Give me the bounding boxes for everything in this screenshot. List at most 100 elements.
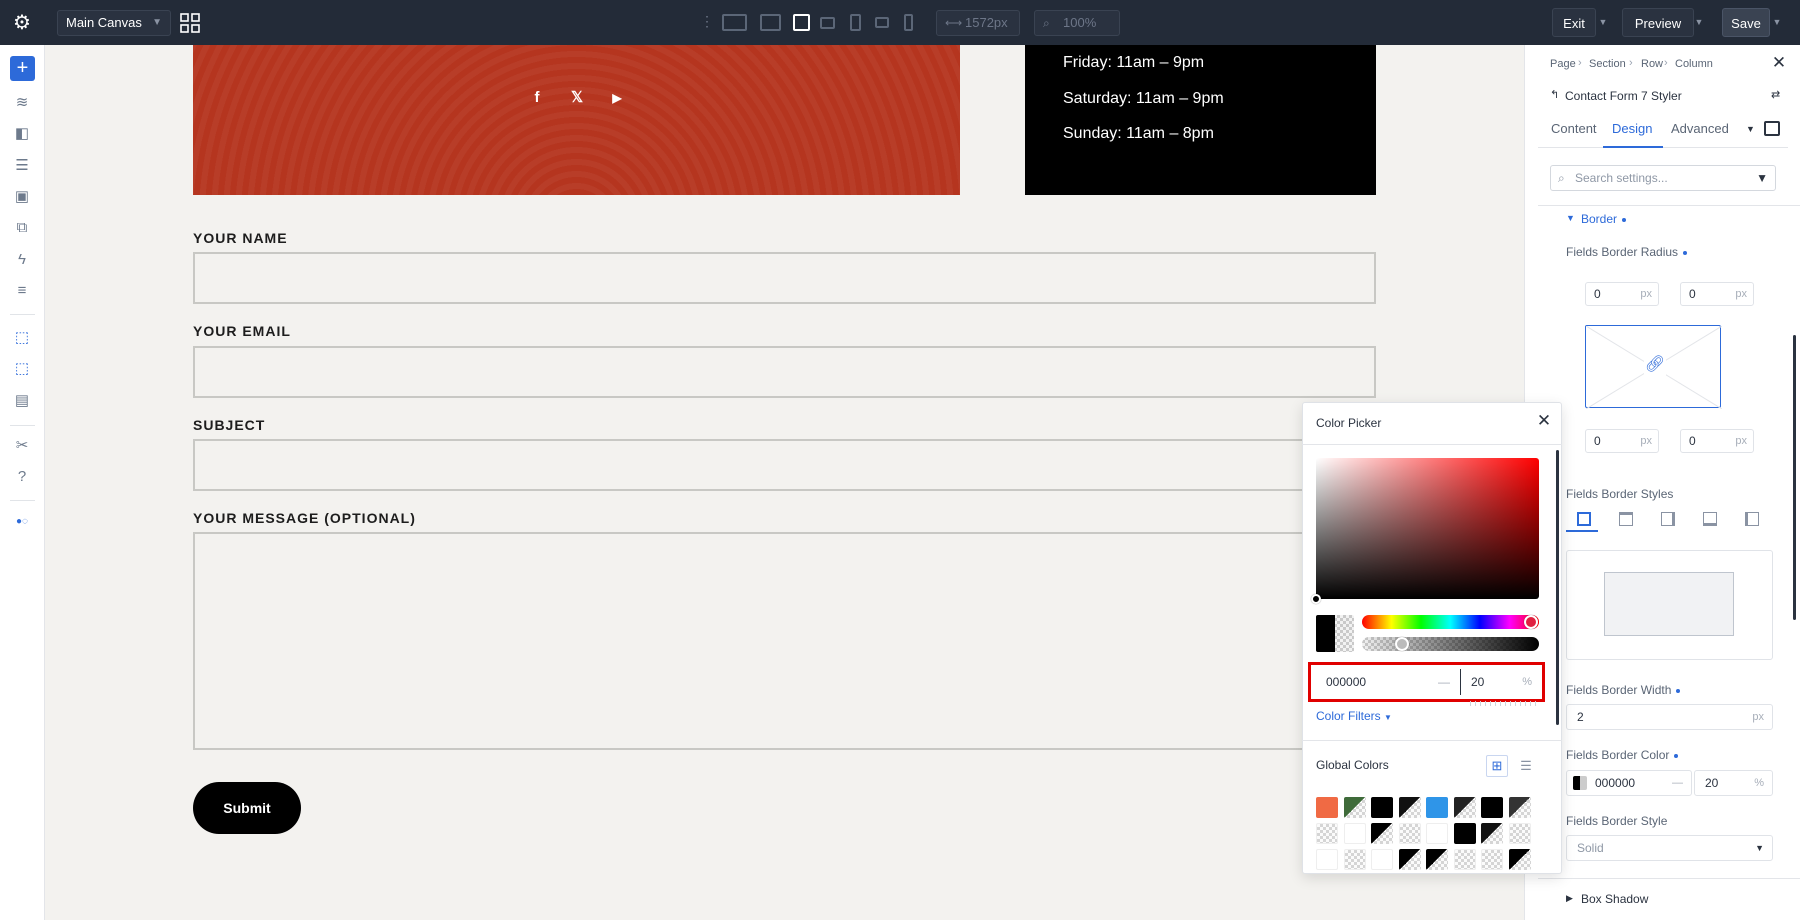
exit-dropdown-icon[interactable]: ▼ (1594, 8, 1612, 37)
canvas-width-readout[interactable]: ⟷ 1572px (936, 10, 1020, 36)
grid-view-icon[interactable]: ⊞ (1486, 755, 1508, 777)
radius-bottom-left-input[interactable]: 0 px (1585, 429, 1659, 453)
subject-field[interactable] (193, 439, 1376, 491)
opacity-slider-handle[interactable] (1394, 637, 1409, 651)
hex-input[interactable]: 000000 — (1316, 669, 1458, 695)
save-dropdown-icon[interactable]: ▼ (1768, 8, 1786, 37)
template-preview-icon[interactable]: ▤ (11, 390, 33, 412)
breadcrumb-page[interactable]: Page (1550, 58, 1576, 70)
save-button[interactable]: Save (1722, 8, 1770, 37)
back-arrow-icon[interactable]: ↰ (1550, 88, 1559, 101)
global-color-swatch[interactable] (1343, 823, 1366, 844)
radius-top-left-input[interactable]: 0 px (1585, 282, 1659, 306)
breadcrumb-section[interactable]: Section (1589, 58, 1626, 70)
box-shadow-section-toggle[interactable]: Box Shadow (1581, 892, 1648, 906)
color-filters-toggle[interactable]: Color Filters ▼ (1316, 709, 1392, 723)
border-color-alpha-input[interactable]: 20% (1694, 770, 1773, 796)
submit-button[interactable]: Submit (193, 782, 301, 834)
global-color-swatch[interactable] (1508, 849, 1531, 870)
global-color-swatch[interactable] (1481, 849, 1503, 870)
device-laptop-icon[interactable] (793, 14, 810, 31)
device-desktop-icon[interactable] (760, 14, 781, 31)
zoom-readout[interactable]: ⌕ 100% (1034, 10, 1120, 36)
layout-grid-icon[interactable] (180, 13, 200, 33)
tab-more-icon[interactable]: ▼ (1746, 124, 1755, 134)
hue-slider[interactable] (1362, 615, 1539, 629)
filter-icon[interactable]: ▼ (1756, 166, 1768, 190)
more-vertical-icon[interactable]: ⋮ (700, 13, 714, 30)
radius-bottom-right-input[interactable]: 0 px (1680, 429, 1754, 453)
breadcrumb-column[interactable]: Column (1675, 58, 1713, 70)
global-color-swatch[interactable] (1453, 849, 1476, 870)
link-icon[interactable]: 🔗︎ (1644, 354, 1666, 376)
lightning-icon[interactable]: ϟ (11, 249, 33, 271)
global-color-swatch[interactable] (1398, 849, 1421, 870)
device-tablet-icon[interactable] (850, 14, 861, 31)
global-color-swatch[interactable] (1481, 797, 1503, 818)
help-icon[interactable]: ? (11, 466, 33, 488)
global-color-swatch[interactable] (1343, 797, 1366, 818)
tools-icon[interactable]: ✂ (11, 435, 33, 457)
select-tool-icon[interactable]: ⬚ (11, 327, 33, 349)
design-library-icon[interactable]: ◧ (11, 123, 33, 145)
border-all-sides-icon[interactable] (1577, 512, 1591, 526)
global-color-swatch[interactable] (1453, 823, 1476, 844)
global-color-swatch[interactable] (1426, 823, 1448, 844)
global-color-swatch[interactable] (1371, 849, 1393, 870)
border-section-toggle[interactable]: Border (1581, 212, 1627, 226)
global-color-swatch[interactable] (1508, 823, 1531, 844)
layers-icon[interactable]: ≋ (11, 92, 33, 114)
exit-button[interactable]: Exit (1552, 8, 1596, 37)
global-color-swatch[interactable] (1316, 823, 1338, 844)
database-icon[interactable]: ☰ (11, 155, 33, 177)
search-settings-input[interactable]: ⌕ Search settings... ▼ (1550, 165, 1776, 191)
toggle-dots-icon[interactable]: ●◌ (11, 511, 33, 533)
add-element-button[interactable]: + (10, 56, 35, 81)
youtube-icon[interactable]: ▶ (607, 88, 627, 108)
saturation-value-handle[interactable] (1311, 594, 1321, 604)
color-swatch-icon[interactable] (1573, 776, 1587, 790)
picker-scrollbar[interactable] (1556, 450, 1559, 725)
global-color-swatch[interactable] (1426, 849, 1448, 870)
global-color-swatch[interactable] (1398, 797, 1421, 818)
border-bottom-icon[interactable] (1703, 512, 1717, 526)
name-field[interactable] (193, 252, 1376, 304)
settings-sliders-icon[interactable]: ≡ (11, 280, 33, 302)
expand-triangle-icon[interactable]: ▶ (1566, 893, 1573, 904)
email-field[interactable] (193, 346, 1376, 398)
panel-scrollbar[interactable] (1793, 335, 1796, 620)
global-color-swatch[interactable] (1371, 823, 1393, 844)
border-style-select[interactable]: Solid ▼ (1566, 835, 1773, 861)
radius-link-preview[interactable]: 🔗︎ (1585, 325, 1722, 409)
tab-design[interactable]: Design (1612, 121, 1652, 136)
close-picker-icon[interactable]: ✕ (1534, 411, 1554, 431)
border-right-icon[interactable] (1661, 512, 1675, 526)
pages-icon[interactable]: ⧉ (11, 217, 33, 239)
global-color-swatch[interactable] (1508, 797, 1531, 818)
forms-icon[interactable]: ▣ (11, 186, 33, 208)
border-color-hex-input[interactable]: 000000 — (1566, 770, 1692, 796)
global-color-swatch[interactable] (1398, 823, 1421, 844)
device-widescreen-icon[interactable] (722, 14, 747, 31)
opacity-slider[interactable] (1362, 637, 1539, 651)
global-color-swatch[interactable] (1316, 797, 1338, 818)
global-color-swatch[interactable] (1343, 849, 1366, 870)
tab-advanced[interactable]: Advanced (1671, 121, 1729, 136)
global-color-swatch[interactable] (1371, 797, 1393, 818)
saturation-value-area[interactable] (1316, 458, 1539, 599)
border-left-icon[interactable] (1745, 512, 1759, 526)
list-view-icon[interactable]: ☰ (1515, 755, 1537, 777)
x-twitter-icon[interactable]: 𝕏 (567, 88, 587, 108)
close-panel-icon[interactable]: ✕ (1770, 54, 1788, 72)
module-options-icon[interactable]: ⇄ (1771, 88, 1780, 101)
preview-dropdown-icon[interactable]: ▼ (1690, 8, 1708, 37)
multi-select-tool-icon[interactable]: ⬚ (11, 358, 33, 380)
device-phone-landscape-icon[interactable] (875, 17, 889, 28)
facebook-icon[interactable]: f (527, 88, 547, 108)
global-color-swatch[interactable] (1316, 849, 1338, 870)
device-tablet-landscape-icon[interactable] (820, 17, 835, 29)
collapse-triangle-icon[interactable]: ▼ (1566, 213, 1575, 223)
settings-gear-icon[interactable]: ⚙ (10, 11, 34, 35)
border-top-icon[interactable] (1619, 512, 1633, 526)
preview-button[interactable]: Preview (1622, 8, 1694, 37)
